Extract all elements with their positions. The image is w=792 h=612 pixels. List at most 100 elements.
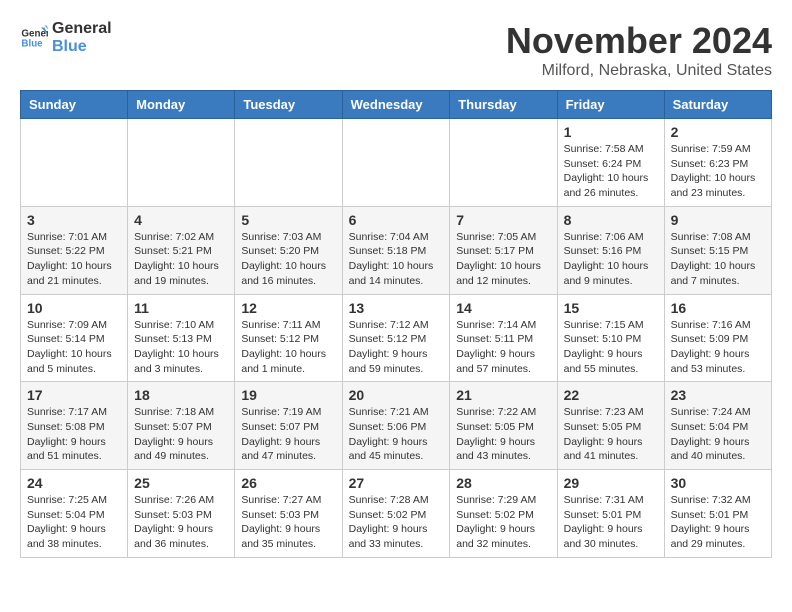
- day-info: Sunrise: 7:03 AM Sunset: 5:20 PM Dayligh…: [241, 230, 335, 289]
- day-info: Sunrise: 7:15 AM Sunset: 5:10 PM Dayligh…: [564, 318, 658, 377]
- calendar-cell: 3 Sunrise: 7:01 AM Sunset: 5:22 PM Daylig…: [21, 206, 128, 294]
- day-number: 17: [27, 387, 121, 403]
- weekday-friday: Friday: [557, 91, 664, 119]
- day-info: Sunrise: 7:27 AM Sunset: 5:03 PM Dayligh…: [241, 493, 335, 552]
- day-number: 10: [27, 300, 121, 316]
- calendar-cell: 5Sunrise: 7:03 AM Sunset: 5:20 PM Daylig…: [235, 206, 342, 294]
- day-number: 14: [456, 300, 550, 316]
- logo-general: General: [52, 20, 112, 38]
- weekday-tuesday: Tuesday: [235, 91, 342, 119]
- day-info: Sunrise: 7:18 AM Sunset: 5:07 PM Dayligh…: [134, 405, 228, 464]
- calendar-cell: 26 Sunrise: 7:27 AM Sunset: 5:03 PM Dayli…: [235, 470, 342, 558]
- calendar-cell: 25 Sunrise: 7:26 AM Sunset: 5:03 PM Dayli…: [128, 470, 235, 558]
- weekday-header-row: SundayMondayTuesdayWednesdayThursdayFrid…: [21, 91, 772, 119]
- day-info: Sunrise: 7:04 AM Sunset: 5:18 PM Dayligh…: [349, 230, 444, 289]
- day-info: Sunrise: 7:59 AM Sunset: 6:23 PM Dayligh…: [671, 142, 765, 201]
- day-info: Sunrise: 7:31 AM Sunset: 5:01 PM Dayligh…: [564, 493, 658, 552]
- title-section: November 2024 Milford, Nebraska, United …: [506, 20, 772, 80]
- calendar-cell: 28Sunrise: 7:29 AM Sunset: 5:02 PM Dayli…: [450, 470, 557, 558]
- day-number: 20: [349, 387, 444, 403]
- calendar-cell: 4 Sunrise: 7:02 AM Sunset: 5:21 PM Daylig…: [128, 206, 235, 294]
- day-number: 9: [671, 212, 765, 228]
- calendar-cell: 21Sunrise: 7:22 AM Sunset: 5:05 PM Dayli…: [450, 382, 557, 470]
- day-number: 16: [671, 300, 765, 316]
- day-number: 11: [134, 300, 228, 316]
- calendar-cell: [450, 119, 557, 207]
- day-number: 29: [564, 475, 658, 491]
- day-info: Sunrise: 7:11 AM Sunset: 5:12 PM Dayligh…: [241, 318, 335, 377]
- day-info: Sunrise: 7:12 AM Sunset: 5:12 PM Dayligh…: [349, 318, 444, 377]
- calendar-cell: 22 Sunrise: 7:23 AM Sunset: 5:05 PM Dayli…: [557, 382, 664, 470]
- day-info: Sunrise: 7:58 AM Sunset: 6:24 PM Dayligh…: [564, 142, 658, 201]
- day-info: Sunrise: 7:05 AM Sunset: 5:17 PM Dayligh…: [456, 230, 550, 289]
- week-row-3: 10 Sunrise: 7:09 AM Sunset: 5:14 PM Dayli…: [21, 294, 772, 382]
- calendar-cell: [128, 119, 235, 207]
- day-info: Sunrise: 7:22 AM Sunset: 5:05 PM Dayligh…: [456, 405, 550, 464]
- day-number: 3: [27, 212, 121, 228]
- weekday-saturday: Saturday: [664, 91, 771, 119]
- calendar-cell: 17 Sunrise: 7:17 AM Sunset: 5:08 PM Dayli…: [21, 382, 128, 470]
- day-info: Sunrise: 7:01 AM Sunset: 5:22 PM Dayligh…: [27, 230, 121, 289]
- week-row-5: 24Sunrise: 7:25 AM Sunset: 5:04 PM Dayli…: [21, 470, 772, 558]
- calendar-cell: [235, 119, 342, 207]
- day-info: Sunrise: 7:19 AM Sunset: 5:07 PM Dayligh…: [241, 405, 335, 464]
- day-number: 22: [564, 387, 658, 403]
- week-row-4: 17 Sunrise: 7:17 AM Sunset: 5:08 PM Dayli…: [21, 382, 772, 470]
- day-number: 27: [349, 475, 444, 491]
- weekday-thursday: Thursday: [450, 91, 557, 119]
- logo: General Blue General Blue: [20, 20, 112, 55]
- day-info: Sunrise: 7:21 AM Sunset: 5:06 PM Dayligh…: [349, 405, 444, 464]
- calendar-cell: 11 Sunrise: 7:10 AM Sunset: 5:13 PM Dayli…: [128, 294, 235, 382]
- calendar-cell: 15Sunrise: 7:15 AM Sunset: 5:10 PM Dayli…: [557, 294, 664, 382]
- day-number: 4: [134, 212, 228, 228]
- calendar-cell: 7 Sunrise: 7:05 AM Sunset: 5:17 PM Daylig…: [450, 206, 557, 294]
- day-info: Sunrise: 7:06 AM Sunset: 5:16 PM Dayligh…: [564, 230, 658, 289]
- week-row-2: 3 Sunrise: 7:01 AM Sunset: 5:22 PM Daylig…: [21, 206, 772, 294]
- day-number: 1: [564, 124, 658, 140]
- day-number: 18: [134, 387, 228, 403]
- calendar-cell: 30Sunrise: 7:32 AM Sunset: 5:01 PM Dayli…: [664, 470, 771, 558]
- calendar-cell: 2 Sunrise: 7:59 AM Sunset: 6:23 PM Daylig…: [664, 119, 771, 207]
- day-number: 12: [241, 300, 335, 316]
- header: General Blue General Blue November 2024 …: [20, 20, 772, 80]
- day-number: 7: [456, 212, 550, 228]
- day-number: 8: [564, 212, 658, 228]
- day-number: 24: [27, 475, 121, 491]
- svg-text:Blue: Blue: [21, 38, 43, 49]
- day-number: 19: [241, 387, 335, 403]
- calendar-cell: 18 Sunrise: 7:18 AM Sunset: 5:07 PM Dayli…: [128, 382, 235, 470]
- day-info: Sunrise: 7:26 AM Sunset: 5:03 PM Dayligh…: [134, 493, 228, 552]
- calendar: SundayMondayTuesdayWednesdayThursdayFrid…: [20, 90, 772, 558]
- calendar-cell: 24Sunrise: 7:25 AM Sunset: 5:04 PM Dayli…: [21, 470, 128, 558]
- calendar-cell: 23Sunrise: 7:24 AM Sunset: 5:04 PM Dayli…: [664, 382, 771, 470]
- day-info: Sunrise: 7:09 AM Sunset: 5:14 PM Dayligh…: [27, 318, 121, 377]
- day-info: Sunrise: 7:16 AM Sunset: 5:09 PM Dayligh…: [671, 318, 765, 377]
- day-info: Sunrise: 7:28 AM Sunset: 5:02 PM Dayligh…: [349, 493, 444, 552]
- page-title: November 2024: [506, 20, 772, 62]
- day-info: Sunrise: 7:23 AM Sunset: 5:05 PM Dayligh…: [564, 405, 658, 464]
- day-number: 28: [456, 475, 550, 491]
- page-subtitle: Milford, Nebraska, United States: [506, 62, 772, 80]
- calendar-cell: [342, 119, 450, 207]
- weekday-wednesday: Wednesday: [342, 91, 450, 119]
- day-info: Sunrise: 7:02 AM Sunset: 5:21 PM Dayligh…: [134, 230, 228, 289]
- day-number: 6: [349, 212, 444, 228]
- calendar-cell: 29 Sunrise: 7:31 AM Sunset: 5:01 PM Dayli…: [557, 470, 664, 558]
- calendar-cell: 16 Sunrise: 7:16 AM Sunset: 5:09 PM Dayli…: [664, 294, 771, 382]
- calendar-cell: 27 Sunrise: 7:28 AM Sunset: 5:02 PM Dayli…: [342, 470, 450, 558]
- day-number: 2: [671, 124, 765, 140]
- logo-icon: General Blue: [20, 24, 48, 52]
- day-info: Sunrise: 7:32 AM Sunset: 5:01 PM Dayligh…: [671, 493, 765, 552]
- day-number: 26: [241, 475, 335, 491]
- day-number: 13: [349, 300, 444, 316]
- day-number: 25: [134, 475, 228, 491]
- calendar-cell: 6 Sunrise: 7:04 AM Sunset: 5:18 PM Daylig…: [342, 206, 450, 294]
- calendar-cell: 20 Sunrise: 7:21 AM Sunset: 5:06 PM Dayli…: [342, 382, 450, 470]
- weekday-monday: Monday: [128, 91, 235, 119]
- logo-blue: Blue: [52, 38, 112, 56]
- day-info: Sunrise: 7:10 AM Sunset: 5:13 PM Dayligh…: [134, 318, 228, 377]
- calendar-cell: 9 Sunrise: 7:08 AM Sunset: 5:15 PM Daylig…: [664, 206, 771, 294]
- day-info: Sunrise: 7:08 AM Sunset: 5:15 PM Dayligh…: [671, 230, 765, 289]
- calendar-cell: 8 Sunrise: 7:06 AM Sunset: 5:16 PM Daylig…: [557, 206, 664, 294]
- day-info: Sunrise: 7:17 AM Sunset: 5:08 PM Dayligh…: [27, 405, 121, 464]
